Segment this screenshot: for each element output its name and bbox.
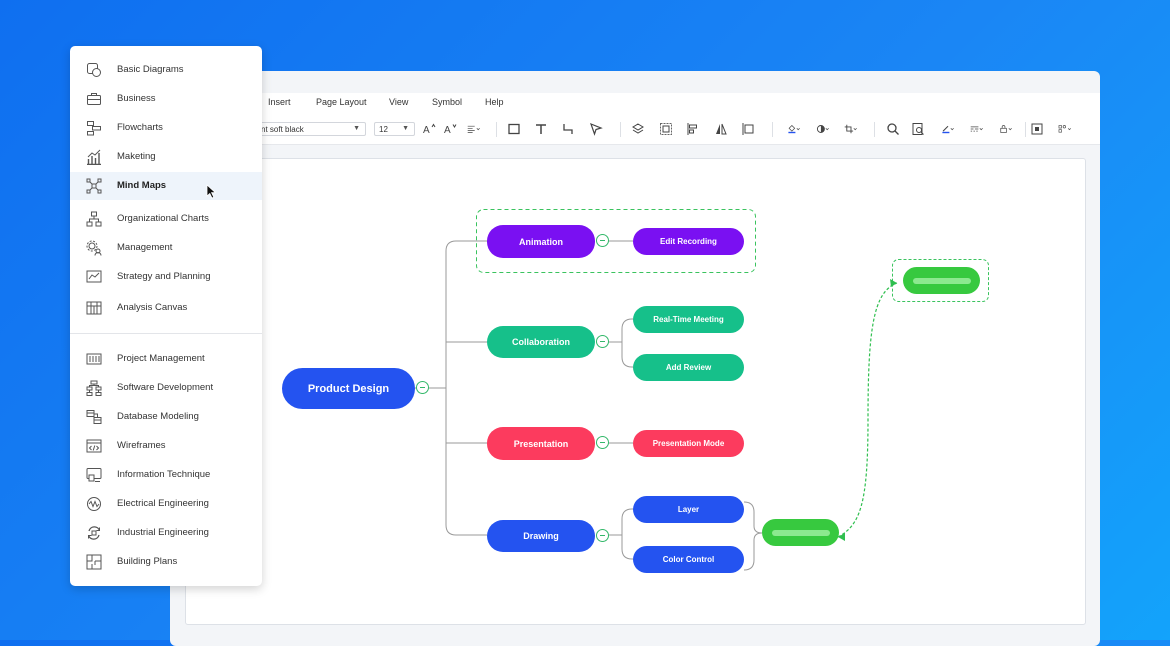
leaf-node-layer[interactable]: Layer [633,496,744,523]
monitor-icon [86,468,102,482]
gear-people-icon [86,240,102,256]
mind-map-icon [86,178,102,194]
category-label: Maketing [117,151,156,162]
collapse-icon[interactable] [596,335,609,348]
category-label: Mind Maps [117,180,167,191]
category-label: Strategy and Planning [117,271,211,282]
leaf-node-add-review[interactable]: Add Review [633,354,744,381]
grid-canvas-icon [86,301,102,315]
floating-topic-node[interactable] [903,267,980,294]
placeholder-bar [912,277,971,284]
leaf-node-real-time-meeting[interactable]: Real-Time Meeting [633,306,744,333]
collapse-icon[interactable] [596,234,609,247]
wave-circle-icon [87,497,101,511]
category-wireframes[interactable]: Wireframes [70,432,262,460]
template-category-panel: Basic Diagrams Business Flowcharts Maket… [70,46,262,586]
flowchart-icon [87,121,101,136]
arrow-head-icon [838,533,845,541]
shapes-icon [87,63,101,77]
leaf-node-presentation-mode[interactable]: Presentation Mode [633,430,744,457]
panel-divider [70,333,262,334]
summary-node[interactable] [762,519,839,546]
collapse-icon[interactable] [596,436,609,449]
category-label: Information Technique [117,469,211,480]
category-label: Building Plans [117,556,178,567]
floating-connector [837,282,898,538]
line-chart-icon [86,270,102,283]
category-label: Flowcharts [117,122,163,133]
code-window-icon [86,439,102,453]
category-label: Organizational Charts [117,213,209,224]
placeholder-bar [771,529,830,536]
category-label: Business [117,93,156,104]
category-label: Software Development [117,382,214,393]
category-label: Industrial Engineering [117,527,209,538]
leaf-node-edit-recording[interactable]: Edit Recording [633,228,744,255]
arrow-head-icon [890,279,897,287]
category-electrical-engineering[interactable]: Electrical Engineering [70,490,262,518]
category-basic-diagrams[interactable]: Basic Diagrams [70,56,262,84]
briefcase-icon [87,93,101,105]
branch-node-animation[interactable]: Animation [487,225,595,258]
category-strategy-and-planning[interactable]: Strategy and Planning [70,263,262,291]
category-label: Wireframes [117,440,166,451]
database-model-icon [86,410,102,424]
branch-node-presentation[interactable]: Presentation [487,427,595,460]
category-mind-maps[interactable]: Mind Maps [70,172,262,200]
collapse-icon[interactable] [416,381,429,394]
category-project-management[interactable]: Project Management [70,345,262,373]
floor-plan-icon [86,554,102,570]
category-analysis-canvas[interactable]: Analysis Canvas [70,294,262,322]
category-database-modeling[interactable]: Database Modeling [70,403,262,431]
org-chart-icon [86,211,102,227]
category-industrial-engineering[interactable]: Industrial Engineering [70,519,262,547]
category-management[interactable]: Management [70,234,262,262]
cycle-icon [87,526,101,540]
category-software-development[interactable]: Software Development [70,374,262,402]
root-node[interactable]: Product Design [282,368,415,409]
tree-structure-icon [86,380,102,396]
bar-chart-icon [87,149,101,165]
category-business[interactable]: Business [70,85,262,113]
branch-node-drawing[interactable]: Drawing [487,520,595,552]
collapse-icon[interactable] [596,529,609,542]
category-label: Analysis Canvas [117,302,188,313]
category-flowcharts[interactable]: Flowcharts [70,114,262,142]
category-label: Project Management [117,353,205,364]
category-information-technique[interactable]: Information Technique [70,461,262,489]
gantt-icon [86,353,102,365]
mouse-cursor-icon [206,184,217,199]
category-organizational-charts[interactable]: Organizational Charts [70,205,262,233]
category-maketing[interactable]: Maketing [70,143,262,171]
category-label: Electrical Engineering [117,498,209,509]
branch-node-collaboration[interactable]: Collaboration [487,326,595,358]
leaf-node-color-control[interactable]: Color Control [633,546,744,573]
category-label: Management [117,242,173,253]
category-label: Basic Diagrams [117,64,184,75]
category-building-plans[interactable]: Building Plans [70,548,262,576]
category-label: Database Modeling [117,411,199,422]
